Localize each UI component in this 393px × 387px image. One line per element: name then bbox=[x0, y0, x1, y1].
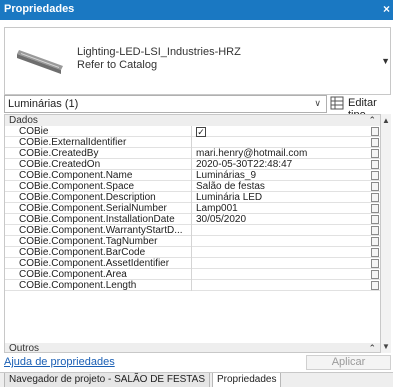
row-button[interactable] bbox=[371, 237, 379, 246]
property-name: COBie.Component.BarCode bbox=[5, 247, 192, 258]
collapse-icon[interactable]: ⌃ bbox=[368, 115, 376, 126]
collapse-icon[interactable]: ⌃ bbox=[368, 343, 376, 352]
property-row[interactable]: COBie.Component.Length bbox=[5, 280, 380, 291]
group-header-label: Outros bbox=[9, 343, 40, 353]
property-name: COBie.Component.SerialNumber bbox=[5, 203, 192, 214]
property-value[interactable] bbox=[193, 225, 370, 236]
property-value[interactable] bbox=[193, 258, 370, 269]
type-name: Refer to Catalog bbox=[77, 59, 158, 71]
instance-filter-dropdown[interactable]: Luminárias (1) ∨ bbox=[4, 95, 327, 113]
property-value[interactable]: mari.henry@hotmail.com bbox=[193, 148, 370, 159]
row-button[interactable] bbox=[371, 226, 379, 235]
property-value[interactable] bbox=[193, 137, 370, 148]
property-name: COBie.ExternalIdentifier bbox=[5, 137, 192, 148]
property-row[interactable]: COBie.CreatedBy mari.henry@hotmail.com bbox=[5, 148, 380, 159]
property-row[interactable]: COBie ✓ bbox=[5, 126, 380, 137]
group-header-outros[interactable]: Outros ⌃ bbox=[5, 343, 380, 353]
scroll-down-icon[interactable]: ▼ bbox=[382, 342, 390, 351]
properties-help-link[interactable]: Ajuda de propriedades bbox=[4, 356, 115, 368]
panel-footer: Ajuda de propriedades Aplicar bbox=[4, 355, 391, 370]
property-value[interactable] bbox=[193, 280, 370, 291]
property-name: COBie bbox=[5, 126, 192, 137]
property-row[interactable]: COBie.Component.Name Luminárias_9 bbox=[5, 170, 380, 181]
type-family-name: Lighting-LED-LSI_Industries-HRZ bbox=[77, 46, 241, 58]
instance-filter-row: Luminárias (1) ∨ Editar tipo bbox=[4, 95, 393, 121]
group-header-label: Dados bbox=[9, 115, 38, 126]
property-value[interactable]: 30/05/2020 bbox=[193, 214, 370, 225]
property-value[interactable]: Luminárias_9 bbox=[193, 170, 370, 181]
property-row[interactable]: COBie.Component.SerialNumber Lamp001 bbox=[5, 203, 380, 214]
property-value[interactable]: Salão de festas bbox=[193, 181, 370, 192]
property-value[interactable] bbox=[193, 236, 370, 247]
property-row[interactable]: COBie.Component.WarrantyStartD... bbox=[5, 225, 380, 236]
row-button[interactable] bbox=[371, 204, 379, 213]
row-button[interactable] bbox=[371, 259, 379, 268]
property-name: COBie.Component.AssetIdentifier bbox=[5, 258, 192, 269]
row-button[interactable] bbox=[371, 160, 379, 169]
property-name: COBie.Component.Area bbox=[5, 269, 192, 280]
row-button[interactable] bbox=[371, 281, 379, 290]
property-row[interactable]: COBie.Component.TagNumber bbox=[5, 236, 380, 247]
instance-filter-value: Luminárias (1) bbox=[8, 98, 79, 110]
property-name: COBie.Component.InstallationDate bbox=[5, 214, 192, 225]
properties-grid: Dados ⌃ COBie ✓ COBie.ExternalIdentifier… bbox=[4, 114, 381, 353]
property-row[interactable]: COBie.CreatedOn 2020-05-30T22:48:47 bbox=[5, 159, 380, 170]
close-icon[interactable]: × bbox=[383, 2, 390, 16]
row-button[interactable] bbox=[371, 182, 379, 191]
type-selector[interactable]: Lighting-LED-LSI_Industries-HRZ Refer to… bbox=[4, 27, 391, 95]
property-name: COBie.Component.Space bbox=[5, 181, 192, 192]
luminaire-thumbnail-icon bbox=[13, 34, 69, 86]
window-title: Propriedades bbox=[4, 3, 75, 15]
title-bar: Propriedades × bbox=[0, 0, 393, 20]
apply-button[interactable]: Aplicar bbox=[306, 355, 391, 370]
property-row[interactable]: COBie.Component.Space Salão de festas bbox=[5, 181, 380, 192]
property-value[interactable] bbox=[193, 247, 370, 258]
property-name: COBie.Component.Length bbox=[5, 280, 192, 291]
vertical-scrollbar[interactable]: ▲ ▼ bbox=[381, 114, 391, 353]
tab-properties[interactable]: Propriedades bbox=[212, 373, 282, 387]
property-name: COBie.Component.TagNumber bbox=[5, 236, 192, 247]
dock-tabs: Navegador de projeto - SALÃO DE FESTAS P… bbox=[0, 372, 393, 387]
property-row[interactable]: COBie.Component.Area bbox=[5, 269, 380, 280]
group-header-dados[interactable]: Dados ⌃ bbox=[5, 115, 380, 126]
scroll-up-icon[interactable]: ▲ bbox=[382, 116, 390, 125]
edit-type-button[interactable]: Editar tipo bbox=[330, 95, 393, 121]
row-button[interactable] bbox=[371, 248, 379, 257]
row-button[interactable] bbox=[371, 171, 379, 180]
property-row[interactable]: COBie.Component.AssetIdentifier bbox=[5, 258, 380, 269]
checkbox-checked-icon[interactable]: ✓ bbox=[196, 127, 206, 137]
property-name: COBie.CreatedBy bbox=[5, 148, 192, 159]
property-value[interactable]: ✓ bbox=[193, 126, 370, 137]
edit-type-icon bbox=[330, 96, 344, 110]
row-button[interactable] bbox=[371, 149, 379, 158]
property-row[interactable]: COBie.Component.InstallationDate 30/05/2… bbox=[5, 214, 380, 225]
property-name: COBie.Component.WarrantyStartD... bbox=[5, 225, 192, 236]
property-value[interactable]: Luminária LED bbox=[193, 192, 370, 203]
dropdown-arrow-icon[interactable]: ▼ bbox=[381, 56, 390, 66]
property-value[interactable] bbox=[193, 269, 370, 280]
property-row[interactable]: COBie.ExternalIdentifier bbox=[5, 137, 380, 148]
chevron-down-icon: ∨ bbox=[314, 98, 321, 108]
property-name: COBie.Component.Name bbox=[5, 170, 192, 181]
row-button[interactable] bbox=[371, 127, 379, 136]
property-value[interactable]: Lamp001 bbox=[193, 203, 370, 214]
property-name: COBie.CreatedOn bbox=[5, 159, 192, 170]
row-button[interactable] bbox=[371, 193, 379, 202]
row-button[interactable] bbox=[371, 138, 379, 147]
property-name: COBie.Component.Description bbox=[5, 192, 192, 203]
row-button[interactable] bbox=[371, 215, 379, 224]
property-row[interactable]: COBie.Component.BarCode bbox=[5, 247, 380, 258]
property-row[interactable]: COBie.Component.Description Luminária LE… bbox=[5, 192, 380, 203]
tab-project-browser[interactable]: Navegador de projeto - SALÃO DE FESTAS bbox=[4, 373, 211, 387]
property-value[interactable]: 2020-05-30T22:48:47 bbox=[193, 159, 370, 170]
row-button[interactable] bbox=[371, 270, 379, 279]
